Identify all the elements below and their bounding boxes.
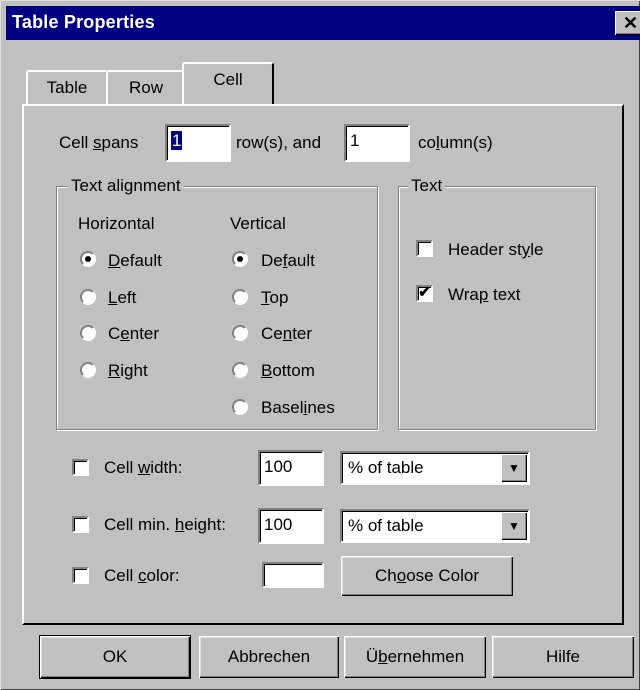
- cancel-button[interactable]: Abbrechen: [199, 636, 339, 678]
- help-button[interactable]: Hilfe: [492, 636, 634, 678]
- cell-spans-label: Cell spans: [59, 133, 139, 152]
- horizontal-heading: Horizontal: [78, 214, 155, 233]
- close-button[interactable]: ✕: [615, 11, 640, 35]
- vertical-bottom-label[interactable]: Bottom: [261, 360, 315, 382]
- chevron-down-icon[interactable]: ▼: [501, 512, 527, 540]
- cell-width-checkbox[interactable]: [72, 459, 89, 476]
- rows-and-label: row(s), and: [236, 133, 322, 152]
- cell-min-height-label[interactable]: Cell min. height:: [104, 514, 226, 536]
- cell-min-height-unit-select[interactable]: % of table ▼: [340, 509, 530, 543]
- close-icon: ✕: [622, 13, 639, 33]
- horizontal-center-label[interactable]: Center: [108, 323, 159, 345]
- tab-cell[interactable]: Cell: [182, 62, 274, 104]
- cell-min-height-input[interactable]: 100: [258, 508, 324, 544]
- cell-color-checkbox[interactable]: [72, 567, 89, 584]
- vertical-default-radio[interactable]: [232, 251, 248, 267]
- wrap-text-label[interactable]: Wrap text: [448, 284, 520, 306]
- vertical-heading: Vertical: [230, 214, 286, 233]
- vertical-top-radio[interactable]: [232, 289, 248, 305]
- dialog-window: Table Properties ✕ Table Row Cell Cell s…: [0, 0, 640, 690]
- cell-width-input[interactable]: 100: [258, 450, 324, 486]
- tab-table[interactable]: Table: [26, 70, 108, 104]
- vertical-default-label[interactable]: Default: [261, 250, 315, 272]
- cell-width-unit-select[interactable]: % of table ▼: [340, 451, 530, 485]
- vertical-bottom-radio[interactable]: [232, 362, 248, 378]
- header-style-label[interactable]: Header style: [448, 239, 543, 261]
- title-bar[interactable]: Table Properties ✕: [6, 6, 640, 40]
- horizontal-right-label[interactable]: Right: [108, 360, 148, 382]
- text-group-legend: Text: [408, 176, 446, 196]
- vertical-center-radio[interactable]: [232, 325, 248, 341]
- dialog-title: Table Properties: [12, 12, 155, 32]
- choose-color-button[interactable]: Choose Color: [341, 556, 513, 596]
- ok-button[interactable]: OK: [39, 635, 191, 679]
- horizontal-left-label[interactable]: Left: [108, 287, 136, 309]
- text-group: [398, 186, 596, 430]
- vertical-baselines-radio[interactable]: [232, 399, 248, 415]
- cell-color-label[interactable]: Cell color:: [104, 565, 180, 587]
- tab-table-label: Table: [46, 78, 88, 97]
- cell-width-label[interactable]: Cell width:: [104, 457, 182, 479]
- apply-button[interactable]: Übernehmen: [344, 636, 486, 678]
- tab-row-label: Row: [128, 78, 163, 97]
- check-icon: ✔: [418, 284, 431, 301]
- horizontal-right-radio[interactable]: [80, 362, 96, 378]
- wrap-text-checkbox[interactable]: ✔: [416, 285, 433, 302]
- vertical-center-label[interactable]: Center: [261, 323, 312, 345]
- column-span-input[interactable]: 1: [344, 124, 410, 162]
- vertical-top-label[interactable]: Top: [261, 287, 288, 309]
- header-style-checkbox[interactable]: [416, 240, 433, 257]
- columns-label: column(s): [418, 133, 493, 152]
- chevron-down-icon[interactable]: ▼: [501, 454, 527, 482]
- text-alignment-legend: Text alignment: [68, 176, 184, 196]
- vertical-baselines-label[interactable]: Baselines: [261, 397, 335, 419]
- horizontal-left-radio[interactable]: [80, 289, 96, 305]
- tab-cell-label: Cell: [213, 70, 243, 89]
- horizontal-default-label[interactable]: Default: [108, 250, 162, 272]
- cell-min-height-checkbox[interactable]: [72, 516, 89, 533]
- tab-row[interactable]: Row: [106, 70, 186, 104]
- cell-color-swatch: [262, 562, 324, 588]
- horizontal-default-radio[interactable]: [80, 251, 96, 267]
- horizontal-center-radio[interactable]: [80, 325, 96, 341]
- row-span-input[interactable]: 1: [165, 124, 231, 162]
